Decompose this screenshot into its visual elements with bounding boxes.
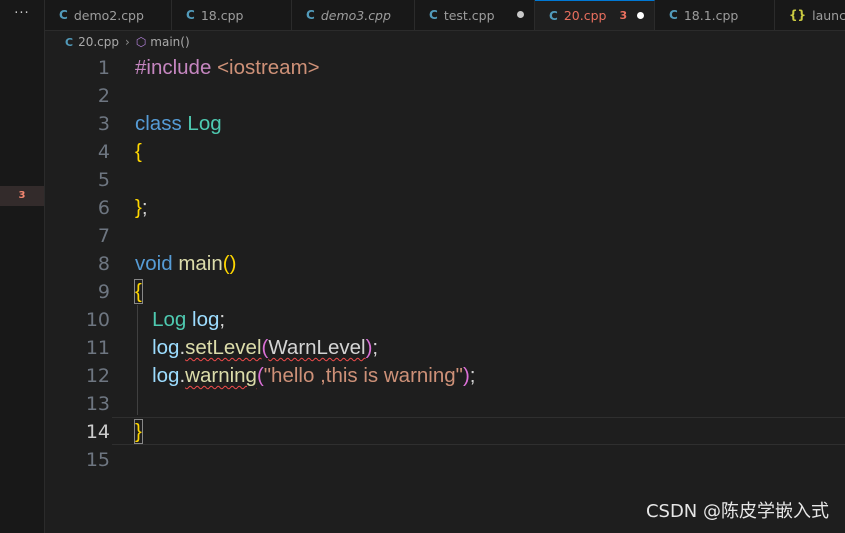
paren: ) (462, 364, 470, 387)
method-cube-icon: ⬡ (135, 35, 147, 49)
line-number: 9 (97, 281, 110, 303)
brace: } (135, 196, 142, 219)
watermark: CSDN @陈皮学嵌入式 (645, 501, 829, 522)
cpp-file-icon: C (549, 8, 558, 23)
method-name-error: setLevel (185, 336, 262, 359)
code-editor[interactable]: #include <iostream> class Log { }; void … (134, 54, 845, 474)
code-line-6[interactable]: }; (135, 194, 845, 222)
line-number: 13 (85, 393, 110, 415)
json-file-icon: {} (789, 8, 807, 22)
code-line-8[interactable]: void main() (135, 250, 845, 278)
code-line-5[interactable] (135, 166, 845, 194)
line-number: 1 (97, 57, 110, 79)
tab-demo3-cpp[interactable]: C demo3.cpp (292, 0, 415, 30)
brace: { (135, 140, 142, 163)
tab-label: test.cpp (443, 7, 495, 23)
paren: ( (256, 364, 264, 387)
line-number: 15 (85, 449, 110, 471)
problems-gutter-badge[interactable]: 3 (0, 186, 44, 206)
line-number: 4 (97, 141, 110, 163)
variable: log (192, 308, 220, 331)
code-line-2[interactable] (135, 82, 845, 110)
cpp-file-icon: C (669, 8, 678, 22)
tab-label: 20.cpp (563, 8, 607, 23)
line-number: 12 (85, 365, 110, 387)
include-directive: #include (135, 56, 212, 79)
more-actions-icon[interactable]: ··· (0, 0, 44, 30)
breadcrumb-file[interactable]: 20.cpp (78, 35, 119, 49)
line-number: 11 (85, 337, 110, 359)
tab-label: launch (812, 7, 845, 23)
code-line-12[interactable]: log.warning("hello ,this is warning"); (135, 362, 845, 390)
brace-matched: { (134, 279, 143, 304)
cpp-file-icon: C (429, 8, 438, 22)
unsaved-dot-icon[interactable] (637, 12, 644, 19)
tab-18-1-cpp[interactable]: C 18.1.cpp (655, 0, 775, 30)
keyword: class (135, 112, 182, 135)
tab-test-cpp[interactable]: C test.cpp (415, 0, 535, 30)
tab-20-cpp[interactable]: C 20.cpp 3 (535, 0, 655, 30)
semicolon: ; (372, 336, 379, 359)
semicolon: ; (219, 308, 226, 331)
tab-label: 18.cpp (200, 7, 244, 23)
tab-launch-json[interactable]: {} launch (775, 0, 845, 30)
activity-bar: ··· 3 (0, 0, 45, 533)
unsaved-dot-icon[interactable] (517, 11, 524, 18)
line-number-gutter: 1 2 3 4 5 6 7 8 9 10 11 12 13 14 15 (45, 54, 110, 474)
cpp-file-icon: C (59, 8, 68, 22)
paren: ) (229, 252, 237, 275)
line-number: 10 (85, 309, 110, 331)
code-line-4[interactable]: { (135, 138, 845, 166)
line-number: 3 (97, 113, 110, 135)
semicolon: ; (469, 364, 476, 387)
brace-matched: } (134, 419, 143, 444)
tab-demo2-cpp[interactable]: C demo2.cpp (45, 0, 172, 30)
line-number: 5 (97, 169, 110, 191)
code-line-7[interactable] (135, 222, 845, 250)
paren: ( (222, 252, 230, 275)
code-line-10[interactable]: Log log; (135, 306, 845, 334)
breadcrumb-symbol[interactable]: main() (150, 35, 189, 49)
keyword: void (135, 252, 173, 275)
code-line-1[interactable]: #include <iostream> (135, 54, 845, 82)
code-line-15[interactable] (135, 446, 845, 474)
variable: log (152, 364, 180, 387)
argument-error: WarnLevel (268, 336, 366, 359)
breadcrumb: C 20.cpp › ⬡ main() (65, 32, 190, 52)
semicolon: ; (141, 196, 148, 219)
chevron-right-icon: › (125, 35, 130, 49)
code-line-11[interactable]: log.setLevel(WarnLevel); (135, 334, 845, 362)
code-line-9[interactable]: { (134, 278, 845, 306)
problem-count-badge: 3 (619, 9, 628, 22)
editor-tab-bar: C demo2.cpp C 18.cpp C demo3.cpp C test.… (45, 0, 845, 31)
code-line-14[interactable]: } (134, 418, 845, 446)
cpp-file-icon: C (65, 35, 74, 49)
line-number-current: 14 (85, 421, 110, 443)
class-name: Log (187, 112, 222, 135)
cpp-file-icon: C (306, 8, 315, 22)
line-number: 7 (97, 225, 110, 247)
code-line-3[interactable]: class Log (135, 110, 845, 138)
line-number: 8 (97, 253, 110, 275)
tab-label: demo2.cpp (73, 7, 144, 23)
method-name-error: warning (185, 364, 257, 387)
variable: log (152, 336, 180, 359)
line-number: 2 (97, 85, 110, 107)
function-name: main (178, 252, 223, 275)
code-line-13[interactable] (135, 390, 845, 418)
tab-18-cpp[interactable]: C 18.cpp (172, 0, 292, 30)
string-literal: "hello ,this is warning" (263, 364, 463, 387)
tab-label: 18.1.cpp (683, 7, 739, 23)
line-number: 6 (97, 197, 110, 219)
cpp-file-icon: C (186, 8, 195, 22)
tab-label: demo3.cpp (320, 7, 391, 23)
include-header: <iostream> (217, 56, 320, 79)
type-name: Log (152, 308, 187, 331)
